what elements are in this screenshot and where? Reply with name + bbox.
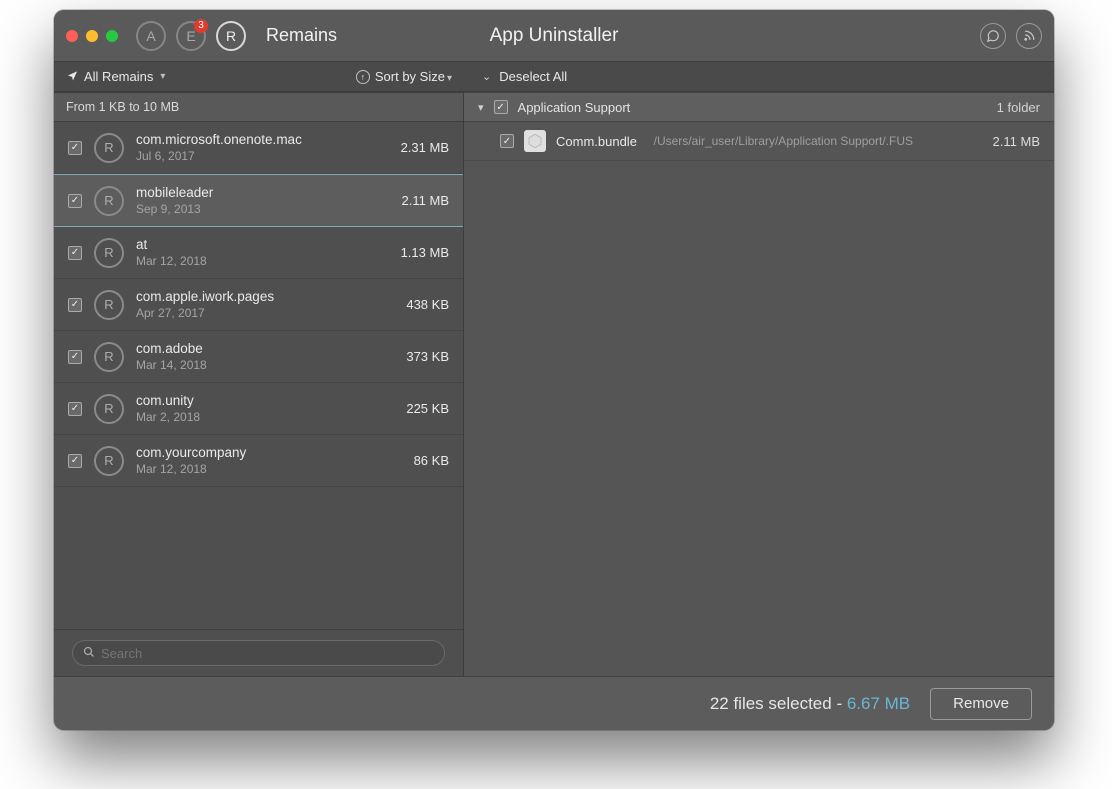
item-date: Mar 12, 2018 xyxy=(136,462,402,476)
item-size: 2.31 MB xyxy=(401,140,449,155)
item-name: com.apple.iwork.pages xyxy=(136,289,394,304)
item-size: 438 KB xyxy=(406,297,449,312)
section-label: Remains xyxy=(266,25,337,46)
list-item[interactable]: ✓ Rcom.microsoft.onenote.mac Jul 6, 2017 2.… xyxy=(54,122,463,174)
item-checkbox[interactable]: ✓ xyxy=(68,350,82,364)
item-name: mobileleader xyxy=(136,185,390,200)
bundle-icon xyxy=(524,130,546,152)
tab-extensions-icon[interactable]: E 3 xyxy=(176,21,206,51)
list-item[interactable]: ✓ Rat Mar 12, 2018 1.13 MB xyxy=(54,227,463,279)
zoom-window-button[interactable] xyxy=(106,30,118,42)
item-checkbox[interactable]: ✓ xyxy=(68,141,82,155)
rss-icon[interactable] xyxy=(1016,23,1042,49)
item-date: Apr 27, 2017 xyxy=(136,306,394,320)
remove-button[interactable]: Remove xyxy=(930,688,1032,720)
remains-item-icon: R xyxy=(94,238,124,268)
minimize-window-button[interactable] xyxy=(86,30,98,42)
search-field[interactable] xyxy=(101,646,434,661)
list-item[interactable]: ✓ Rcom.adobe Mar 14, 2018 373 KB xyxy=(54,331,463,383)
close-window-button[interactable] xyxy=(66,30,78,42)
item-name: com.yourcompany xyxy=(136,445,402,460)
footer-summary: 22 files selected - 6.67 MB xyxy=(710,694,910,714)
item-checkbox[interactable]: ✓ xyxy=(68,454,82,468)
disclosure-triangle-icon[interactable]: ▾ xyxy=(478,101,484,114)
remains-list: ✓ Rcom.microsoft.onenote.mac Jul 6, 2017 2.… xyxy=(54,122,463,629)
file-row[interactable]: ✓ Comm.bundle /Users/air_user/Library/App… xyxy=(464,122,1054,161)
file-size: 2.11 MB xyxy=(993,134,1040,149)
tab-remains-icon[interactable]: R xyxy=(216,21,246,51)
size-range-header: From 1 KB to 10 MB xyxy=(54,92,463,122)
item-size: 2.11 MB xyxy=(402,193,449,208)
app-title: App Uninstaller xyxy=(490,25,619,47)
list-item[interactable]: ✓ Rcom.unity Mar 2, 2018 225 KB xyxy=(54,383,463,435)
section-count: 1 folder xyxy=(997,100,1040,115)
item-date: Mar 2, 2018 xyxy=(136,410,394,424)
file-list: ✓ Comm.bundle /Users/air_user/Library/App… xyxy=(464,122,1054,161)
section-checkbox[interactable]: ✓ xyxy=(494,100,508,114)
footer: 22 files selected - 6.67 MB Remove xyxy=(54,676,1054,730)
remains-item-icon: R xyxy=(94,290,124,320)
mode-tabs: A E 3 R Remains xyxy=(136,21,337,51)
location-icon xyxy=(66,69,78,84)
item-checkbox[interactable]: ✓ xyxy=(68,246,82,260)
file-checkbox[interactable]: ✓ xyxy=(500,134,514,148)
window-controls xyxy=(66,30,118,42)
extensions-badge: 3 xyxy=(194,19,208,33)
item-date: Mar 12, 2018 xyxy=(136,254,389,268)
right-pane: ▾ ✓ Application Support 1 folder ✓ Comm.b… xyxy=(464,92,1054,676)
item-checkbox[interactable]: ✓ xyxy=(68,298,82,312)
list-item[interactable]: ✓ Rcom.apple.iwork.pages Apr 27, 2017 438 K… xyxy=(54,279,463,331)
item-checkbox[interactable]: ✓ xyxy=(68,194,82,208)
toolbar: All Remains ↑ Sort by Size ⌄ Deselect Al… xyxy=(54,62,1054,92)
item-size: 1.13 MB xyxy=(401,245,449,260)
sort-dropdown[interactable]: ↑ Sort by Size xyxy=(356,69,452,84)
remains-item-icon: R xyxy=(94,133,124,163)
app-window: A E 3 R Remains App Uninstaller xyxy=(54,10,1054,730)
main-body: From 1 KB to 10 MB ✓ Rcom.microsoft.oneno… xyxy=(54,92,1054,676)
item-date: Mar 14, 2018 xyxy=(136,358,394,372)
deselect-all-button[interactable]: Deselect All xyxy=(499,69,567,84)
sort-direction-icon: ↑ xyxy=(356,70,370,84)
left-pane: From 1 KB to 10 MB ✓ Rcom.microsoft.oneno… xyxy=(54,92,464,676)
file-name: Comm.bundle xyxy=(556,134,637,149)
item-name: com.microsoft.onenote.mac xyxy=(136,132,389,147)
remains-item-icon: R xyxy=(94,342,124,372)
item-name: at xyxy=(136,237,389,252)
item-size: 225 KB xyxy=(406,401,449,416)
search-input[interactable] xyxy=(72,640,445,666)
tab-applications-icon[interactable]: A xyxy=(136,21,166,51)
item-name: com.adobe xyxy=(136,341,394,356)
filter-dropdown[interactable]: All Remains xyxy=(84,69,165,84)
remains-item-icon: R xyxy=(94,446,124,476)
titlebar: A E 3 R Remains App Uninstaller xyxy=(54,10,1054,62)
item-name: com.unity xyxy=(136,393,394,408)
detail-section-header[interactable]: ▾ ✓ Application Support 1 folder xyxy=(464,92,1054,122)
item-size: 373 KB xyxy=(406,349,449,364)
remains-item-icon: R xyxy=(94,394,124,424)
item-checkbox[interactable]: ✓ xyxy=(68,402,82,416)
section-title: Application Support xyxy=(518,100,631,115)
list-item[interactable]: ✓ Rmobileleader Sep 9, 2013 2.11 MB xyxy=(54,174,463,227)
item-date: Jul 6, 2017 xyxy=(136,149,389,163)
chevron-down-icon[interactable]: ⌄ xyxy=(482,70,491,83)
list-item[interactable]: ✓ Rcom.yourcompany Mar 12, 2018 86 KB xyxy=(54,435,463,487)
file-path: /Users/air_user/Library/Application Supp… xyxy=(647,134,913,148)
feedback-icon[interactable] xyxy=(980,23,1006,49)
item-date: Sep 9, 2013 xyxy=(136,202,390,216)
search-icon xyxy=(83,646,95,661)
item-size: 86 KB xyxy=(414,453,449,468)
remains-item-icon: R xyxy=(94,186,124,216)
